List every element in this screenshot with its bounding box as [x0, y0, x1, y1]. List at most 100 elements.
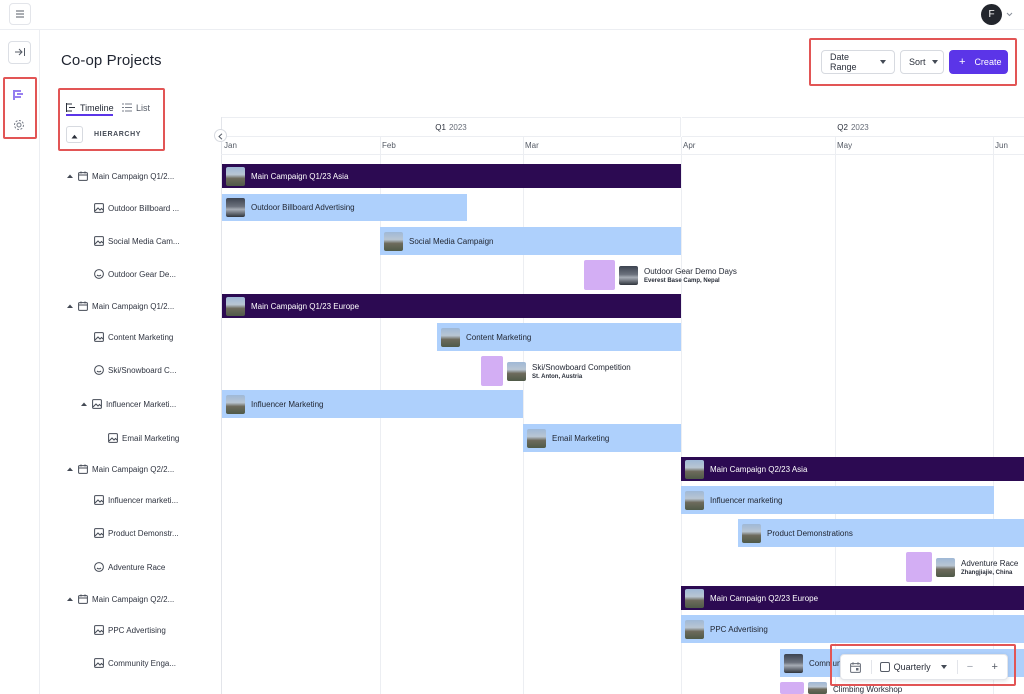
timeline-icon [66, 102, 76, 114]
checkbox-icon [879, 662, 890, 672]
bar-thumbnail [441, 327, 460, 347]
zoom-out-button[interactable]: − [958, 661, 983, 673]
chevron-down-icon[interactable] [1005, 10, 1013, 18]
timeline-bar[interactable]: Outdoor Billboard Advertising [222, 194, 467, 221]
caret-up-icon[interactable] [66, 304, 74, 308]
bar-thumbnail [685, 619, 704, 639]
bar-thumbnail [226, 166, 245, 186]
image-icon [94, 495, 104, 505]
tree-row-campaign[interactable]: Main Campaign Q2/2... [66, 591, 174, 607]
tree-row-campaign[interactable]: Main Campaign Q2/2... [66, 461, 174, 477]
quarter-header-q1: Q1 2023 [222, 117, 681, 137]
month-label: Jan [224, 141, 237, 150]
calendar-icon [78, 171, 88, 181]
bar-thumbnail [685, 588, 704, 608]
image-icon [94, 332, 104, 342]
bar-thumbnail [226, 394, 245, 414]
timeline-bar[interactable]: Email Marketing [523, 424, 681, 452]
zoom-level-select[interactable]: Quarterly [872, 662, 957, 672]
smiley-icon [94, 269, 104, 279]
bar-thumbnail [226, 198, 245, 217]
image-icon [94, 528, 104, 538]
timeline-bar[interactable]: Influencer Marketing [222, 390, 523, 418]
timeline-bar[interactable]: Content Marketing [437, 323, 681, 351]
calendar-icon [78, 301, 88, 311]
bar-thumbnail [784, 653, 803, 673]
month-gridline [523, 137, 524, 694]
create-button[interactable]: + Create [949, 50, 1008, 74]
chevron-down-icon [931, 60, 938, 64]
timeline-view-icon[interactable] [12, 88, 26, 102]
caret-up-icon[interactable] [66, 174, 74, 178]
tree-row-campaign[interactable]: Main Campaign Q1/2... [66, 298, 174, 314]
tree-row-event[interactable]: Adventure Race [94, 559, 165, 575]
bar-thumbnail [384, 231, 403, 251]
image-icon [94, 658, 104, 668]
tree-row-activity[interactable]: Social Media Cam... [94, 233, 180, 249]
calendar-today-icon[interactable] [841, 661, 871, 673]
tree-row-campaign[interactable]: Main Campaign Q1/2... [66, 168, 174, 184]
tree-row-activity[interactable]: Community Enga... [94, 655, 176, 671]
tree-row-activity[interactable]: Influencer Marketi... [80, 396, 176, 412]
timeline-bar[interactable]: Influencer marketing [681, 486, 994, 514]
event-thumbnail [619, 265, 638, 285]
page-title: Co-op Projects [61, 52, 162, 69]
arrow-right-bar-icon [14, 44, 26, 62]
image-icon [92, 399, 102, 409]
plus-icon: + [959, 55, 966, 68]
chevron-down-icon [940, 665, 947, 669]
image-icon [94, 236, 104, 246]
event-marker [780, 682, 804, 694]
sort-button[interactable]: Sort [900, 50, 944, 74]
timeline-bar[interactable]: Main Campaign Q1/23 Asia [222, 164, 681, 188]
tree-row-activity[interactable]: Product Demonstr... [94, 525, 179, 541]
timeline-bar[interactable]: Main Campaign Q1/23 Europe [222, 294, 681, 318]
timeline-bar[interactable]: Main Campaign Q2/23 Europe [681, 586, 1024, 610]
menu-button[interactable] [9, 3, 31, 25]
month-label: May [837, 141, 853, 150]
smiley-icon [94, 562, 104, 572]
collapse-pane-button[interactable] [214, 129, 227, 142]
month-label: Apr [683, 141, 696, 150]
left-rail [0, 30, 40, 694]
caret-up-icon[interactable] [66, 597, 74, 601]
collapse-all-button[interactable] [66, 126, 83, 143]
tree-row-activity[interactable]: PPC Advertising [94, 622, 166, 638]
tree-row-activity[interactable]: Content Marketing [94, 329, 173, 345]
event-marker [584, 260, 615, 290]
top-bar: F [0, 0, 1024, 30]
tree-row-event[interactable]: Ski/Snowboard C... [94, 362, 176, 378]
timeline-bar[interactable]: Main Campaign Q2/23 Asia [681, 457, 1024, 481]
smiley-icon [94, 365, 104, 375]
tree-row-activity[interactable]: Email Marketing [108, 430, 179, 446]
header-separator [221, 154, 1024, 155]
month-label: Mar [525, 141, 539, 150]
tree-row-activity[interactable]: Influencer marketi... [94, 492, 178, 508]
timeline-event[interactable]: Ski/Snowboard Competition St. Anton, Aus… [481, 356, 631, 386]
timeline-bar[interactable]: Product Demonstrations [738, 519, 1024, 547]
timeline-event[interactable]: Outdoor Gear Demo Days Everest Base Camp… [584, 260, 737, 290]
tree-row-event[interactable]: Outdoor Gear De... [94, 266, 176, 282]
gear-icon[interactable] [12, 118, 26, 132]
event-thumbnail [936, 557, 955, 577]
tab-list[interactable]: List [122, 99, 150, 117]
timeline-bar[interactable]: Social Media Campaign [380, 227, 681, 255]
hierarchy-label: HIERARCHY [94, 131, 142, 138]
caret-up-icon[interactable] [80, 402, 88, 406]
zoom-in-button[interactable]: + [982, 661, 1007, 673]
month-label: Feb [382, 141, 396, 150]
timeline-bar[interactable]: PPC Advertising [681, 615, 1024, 643]
hamburger-icon [15, 5, 25, 23]
tree-row-activity[interactable]: Outdoor Billboard ... [94, 200, 179, 216]
avatar[interactable]: F [981, 4, 1002, 25]
event-marker [906, 552, 932, 582]
date-range-button[interactable]: Date Range [821, 50, 895, 74]
bar-thumbnail [527, 428, 546, 448]
quarter-header-q2: Q2 2023 [682, 117, 1024, 137]
caret-up-icon[interactable] [66, 467, 74, 471]
expand-sidebar-button[interactable] [8, 41, 31, 64]
bar-thumbnail [226, 296, 245, 316]
chevron-down-icon [880, 60, 886, 64]
timeline-event[interactable]: Adventure Race Zhangjiajie, China [906, 552, 1018, 582]
event-thumbnail [808, 682, 827, 694]
